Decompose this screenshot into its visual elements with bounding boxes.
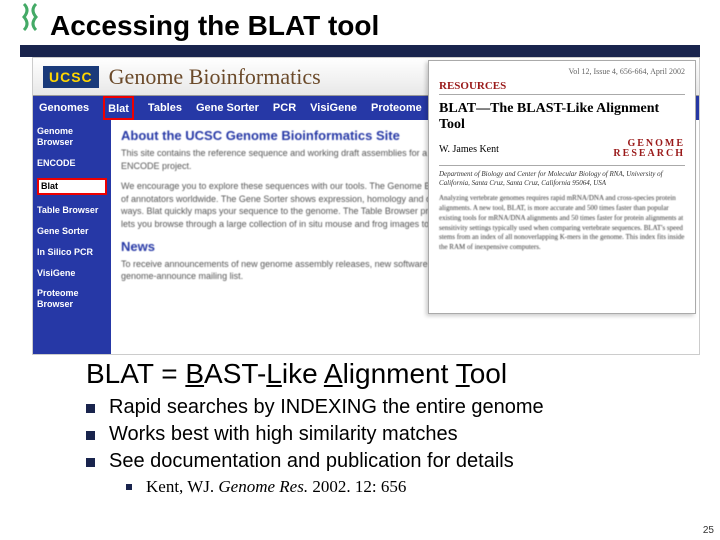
bullet-3: See documentation and publication for de… bbox=[86, 450, 544, 473]
nav-blat[interactable]: Blat bbox=[108, 103, 129, 115]
eq-l: L bbox=[266, 358, 282, 389]
bullet-icon bbox=[86, 404, 95, 413]
dna-icon bbox=[18, 2, 42, 32]
bullet-icon bbox=[86, 458, 95, 467]
sidebar-gene-sorter[interactable]: Gene Sorter bbox=[37, 226, 107, 237]
paper-affiliation: Department of Biology and Center for Mol… bbox=[439, 170, 685, 188]
bullet-3-text: See documentation and publication for de… bbox=[109, 450, 514, 473]
paper-volume: Vol 12, Issue 4, 656-664, April 2002 bbox=[439, 67, 685, 76]
bullet-list: Rapid searches by INDEXING the entire ge… bbox=[86, 396, 544, 501]
logo-bot: RESEARCH bbox=[613, 148, 685, 159]
title-underline bbox=[20, 45, 700, 57]
nav-blat-highlight: Blat bbox=[103, 96, 134, 120]
paper-abstract: Analyzing vertebrate genomes requires ra… bbox=[439, 194, 685, 253]
page-number: 25 bbox=[703, 525, 714, 536]
ucsc-logo: UCSC bbox=[43, 66, 99, 88]
nav-gene-sorter[interactable]: Gene Sorter bbox=[196, 102, 259, 114]
eq-b: B bbox=[185, 358, 204, 389]
eq-r3: lignment bbox=[343, 358, 456, 389]
eq-t: T bbox=[456, 358, 470, 389]
nav-pcr[interactable]: PCR bbox=[273, 102, 296, 114]
bullet-1: Rapid searches by INDEXING the entire ge… bbox=[86, 396, 544, 419]
ucsc-sidebar: Genome Browser ENCODE Blat Table Browser… bbox=[33, 120, 111, 354]
bullet-icon bbox=[86, 431, 95, 440]
eq-r4: ool bbox=[470, 358, 507, 389]
eq-a: A bbox=[324, 358, 343, 389]
paper-title: BLAT—The BLAST-Like Alignment Tool bbox=[439, 101, 685, 133]
citation: Kent, WJ. Genome Res. 2002. 12: 656 bbox=[146, 477, 406, 497]
slide-title: Accessing the BLAT tool bbox=[50, 10, 379, 42]
sidebar-in-silico-pcr[interactable]: In Silico PCR bbox=[37, 247, 107, 258]
nav-visigene[interactable]: VisiGene bbox=[310, 102, 357, 114]
nav-genomes[interactable]: Genomes bbox=[39, 102, 89, 114]
sidebar-genome-browser[interactable]: Genome Browser bbox=[37, 126, 107, 148]
genome-research-logo: GENOME RESEARCH bbox=[613, 139, 685, 159]
ucsc-header-text: Genome Bioinformatics bbox=[109, 64, 321, 90]
paper-author: W. James Kent bbox=[439, 144, 499, 155]
bullet-icon-small bbox=[126, 484, 132, 490]
sidebar-table-browser[interactable]: Table Browser bbox=[37, 205, 107, 216]
bullet-1-text: Rapid searches by INDEXING the entire ge… bbox=[109, 396, 544, 419]
paper-resources: RESOURCES bbox=[439, 80, 685, 95]
sidebar-visigene[interactable]: VisiGene bbox=[37, 268, 107, 279]
citation-row: Kent, WJ. Genome Res. 2002. 12: 656 bbox=[86, 477, 544, 497]
eq-r1: AST- bbox=[204, 358, 266, 389]
eq-prefix: BLAT = bbox=[86, 358, 185, 389]
bullet-2: Works best with high similarity matches bbox=[86, 423, 544, 446]
paper-overlay: Vol 12, Issue 4, 656-664, April 2002 RES… bbox=[428, 60, 696, 314]
sidebar-blat[interactable]: Blat bbox=[37, 178, 107, 195]
bullet-2-text: Works best with high similarity matches bbox=[109, 423, 458, 446]
cite-author: Kent, WJ. bbox=[146, 477, 218, 496]
nav-tables[interactable]: Tables bbox=[148, 102, 182, 114]
eq-r2: ike bbox=[282, 358, 324, 389]
cite-rest: 2002. 12: 656 bbox=[308, 477, 406, 496]
blat-equation: BLAT = BAST-Like Alignment Tool bbox=[86, 358, 507, 390]
paper-author-row: W. James Kent GENOME RESEARCH bbox=[439, 139, 685, 166]
cite-journal: Genome Res. bbox=[218, 477, 308, 496]
sidebar-encode[interactable]: ENCODE bbox=[37, 158, 107, 169]
nav-proteome[interactable]: Proteome bbox=[371, 102, 422, 114]
sidebar-proteome-browser[interactable]: Proteome Browser bbox=[37, 288, 107, 310]
